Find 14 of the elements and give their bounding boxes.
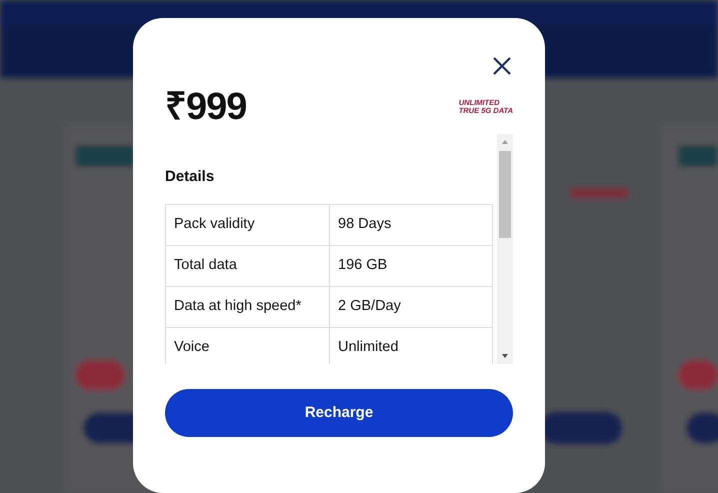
close-icon: [492, 56, 512, 76]
details-heading: Details: [165, 167, 216, 187]
close-button[interactable]: [492, 56, 512, 76]
recharge-button[interactable]: Recharge: [165, 389, 513, 437]
scroll-down-icon[interactable]: [501, 352, 509, 360]
detail-label: Voice: [166, 327, 330, 364]
scrollbar[interactable]: [497, 134, 513, 364]
detail-value: 98 Days: [330, 204, 492, 245]
detail-label: Data at high speed*: [166, 286, 330, 327]
plan-price: ₹999: [165, 88, 246, 126]
detail-label: Pack validity: [166, 204, 330, 245]
detail-label: Total data: [166, 245, 330, 286]
detail-value: 2 GB/Day: [330, 286, 492, 327]
detail-value: 196 GB: [330, 245, 492, 286]
